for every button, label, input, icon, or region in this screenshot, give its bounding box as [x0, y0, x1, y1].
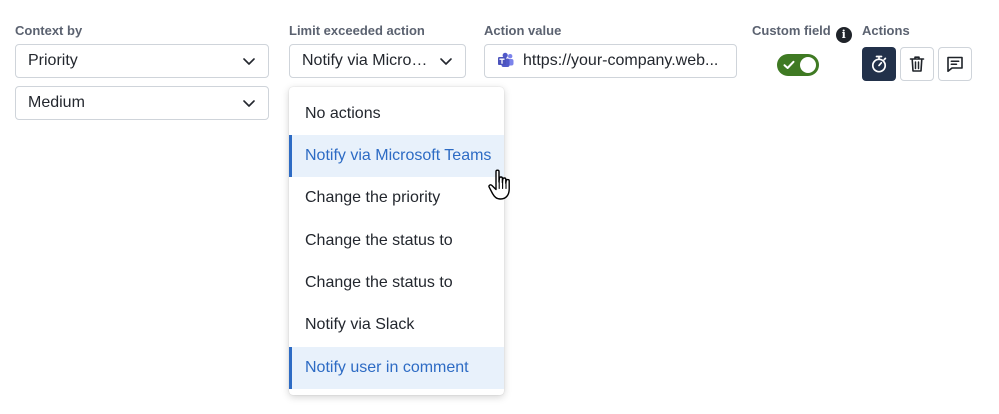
option-notify-slack[interactable]: Notify via Slack [289, 304, 504, 346]
limit-action-select[interactable]: Notify via Micros... [289, 44, 466, 78]
microsoft-teams-icon [498, 52, 514, 67]
timer-button[interactable] [862, 47, 896, 81]
context-priority-select[interactable]: Priority [15, 44, 269, 78]
actions-label: Actions [862, 23, 910, 38]
limit-action-value: Notify via Micros... [302, 52, 431, 69]
option-label: Change the status to [305, 232, 453, 249]
context-level-select[interactable]: Medium [15, 86, 269, 120]
action-value-input[interactable]: https://your-company.web... [484, 44, 737, 78]
chevron-down-icon [440, 58, 452, 65]
limit-action-dropdown: No actions Notify via Microsoft Teams Ch… [289, 87, 504, 395]
option-notify-microsoft-teams[interactable]: Notify via Microsoft Teams [289, 135, 504, 177]
custom-field-label: Custom field i [752, 23, 852, 43]
limit-action-label: Limit exceeded action [289, 23, 425, 38]
timer-icon [871, 55, 887, 73]
option-notify-user-comment[interactable]: Notify user in comment [289, 347, 504, 389]
option-change-status-2[interactable]: Change the status to [289, 262, 504, 304]
option-label: No actions [305, 105, 381, 122]
action-value-label: Action value [484, 23, 562, 38]
option-label: Notify user in comment [305, 359, 469, 376]
option-change-priority[interactable]: Change the priority [289, 177, 504, 219]
option-label: Notify via Microsoft Teams [305, 147, 492, 164]
custom-field-toggle[interactable] [777, 54, 819, 76]
comment-icon [947, 56, 963, 72]
context-level-value: Medium [28, 94, 85, 111]
option-change-status-1[interactable]: Change the status to [289, 220, 504, 262]
comment-button[interactable] [938, 47, 972, 81]
check-icon [783, 60, 795, 69]
option-label: Change the status to [305, 274, 453, 291]
action-value-text: https://your-company.web... [523, 52, 719, 69]
custom-field-label-text: Custom field [752, 23, 831, 38]
context-by-label: Context by [15, 23, 83, 38]
context-priority-value: Priority [28, 52, 78, 69]
chevron-down-icon [243, 100, 255, 107]
toggle-knob [800, 57, 816, 73]
option-no-actions[interactable]: No actions [289, 93, 504, 135]
chevron-down-icon [243, 58, 255, 65]
info-icon[interactable]: i [835, 26, 852, 43]
trash-icon [909, 56, 925, 72]
delete-button[interactable] [900, 47, 934, 81]
option-label: Change the priority [305, 189, 441, 206]
option-label: Notify via Slack [305, 316, 415, 333]
